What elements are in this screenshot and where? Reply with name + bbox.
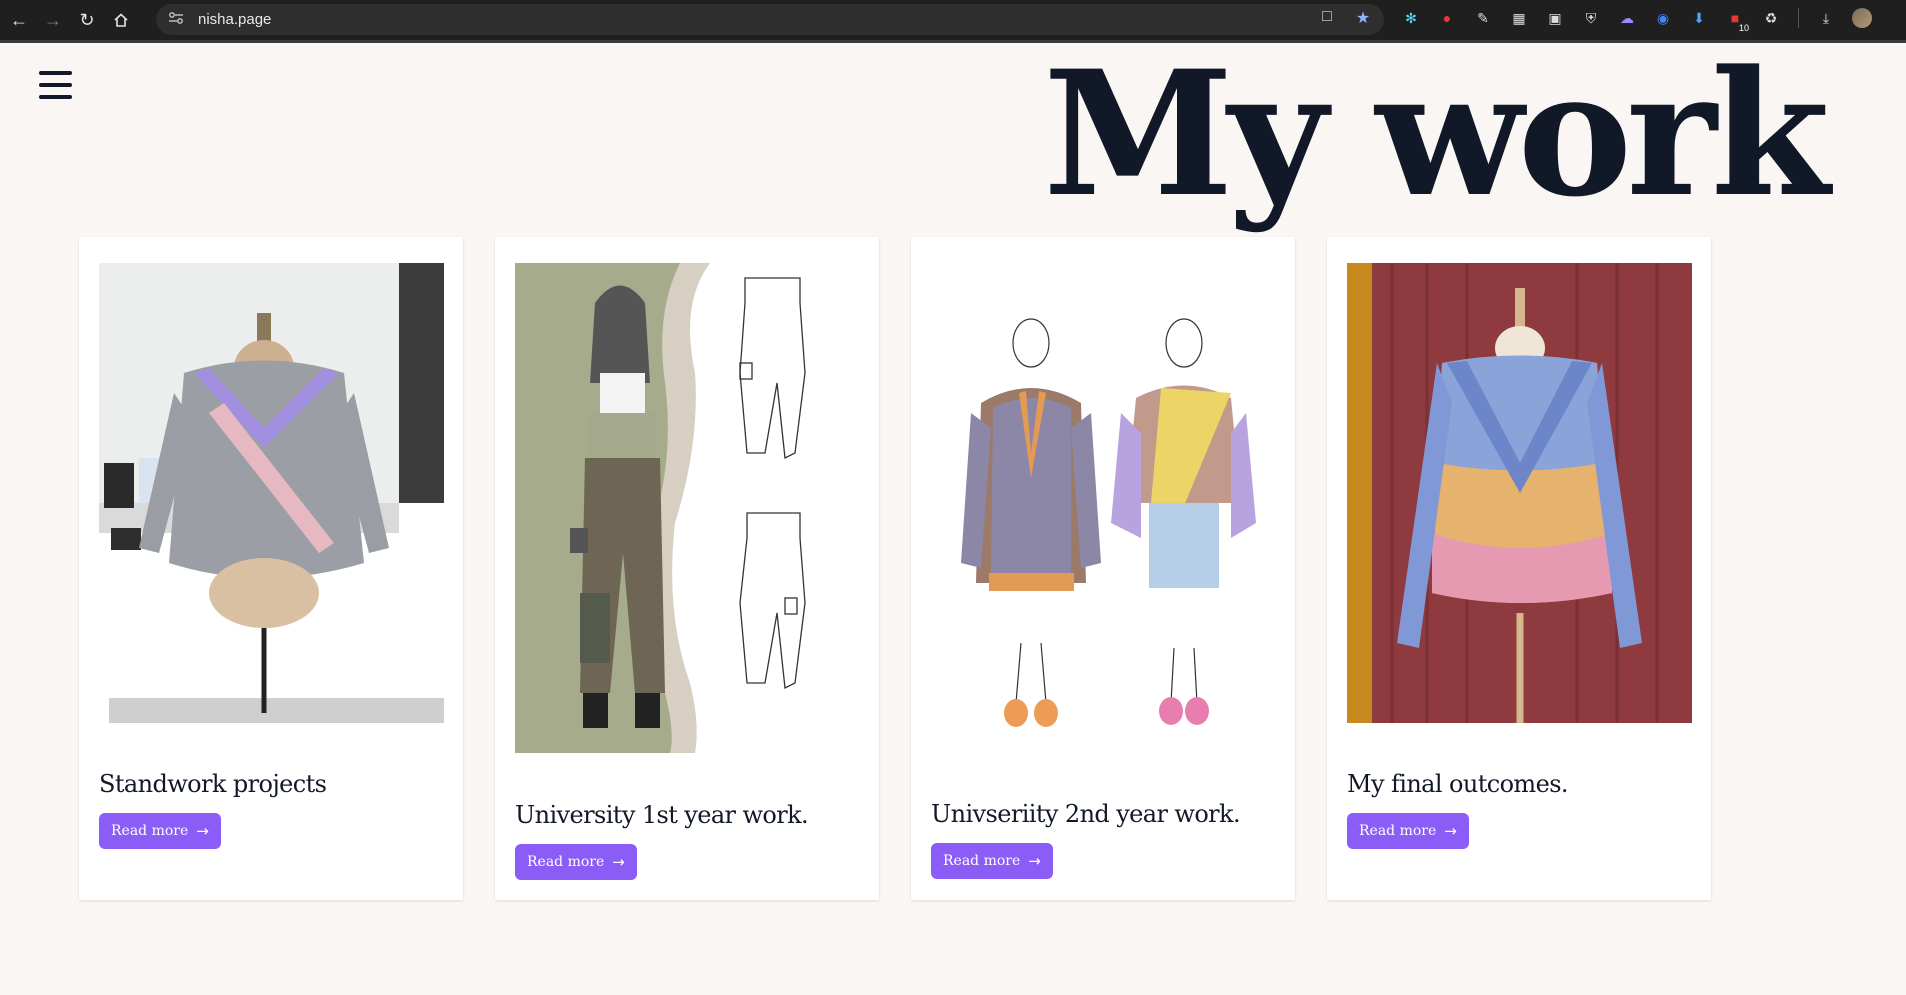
card-image <box>515 263 860 753</box>
address-bar[interactable]: nisha.page □ ★ <box>156 4 1384 35</box>
card-title: University 1st year work. <box>515 801 809 829</box>
page-title: My work <box>1043 32 1830 235</box>
read-more-label: Read more <box>943 853 1021 869</box>
arrow-right-icon: → <box>1444 822 1457 840</box>
read-more-label: Read more <box>527 854 605 870</box>
download-extension-icon[interactable]: ⬇ <box>1686 5 1712 31</box>
forward-button[interactable]: → <box>38 5 68 35</box>
url-text[interactable]: nisha.page <box>198 11 271 28</box>
eyedropper-icon[interactable]: ✎ <box>1470 5 1496 31</box>
cast-icon[interactable]: □ <box>1316 8 1338 28</box>
toolbar-divider <box>1798 8 1799 28</box>
badge-extension-icon[interactable]: ■ 10 <box>1722 5 1751 33</box>
read-more-label: Read more <box>1359 823 1437 839</box>
card-title: Univseriity 2nd year work. <box>931 800 1241 828</box>
downloads-icon[interactable]: ⤓ <box>1813 5 1839 31</box>
card-image <box>99 263 444 723</box>
arrow-right-icon: → <box>44 9 62 30</box>
profile-avatar[interactable] <box>1849 5 1875 31</box>
image-icon[interactable]: ▣ <box>1542 5 1568 31</box>
card-title: Standwork projects <box>99 770 327 798</box>
home-button[interactable] <box>106 5 136 35</box>
site-info-icon[interactable] <box>168 11 186 28</box>
read-more-button[interactable]: Read more → <box>1347 813 1469 849</box>
card-image <box>931 263 1276 753</box>
red-extension-icon[interactable]: ● <box>1434 5 1460 31</box>
card-title: My final outcomes. <box>1347 770 1569 798</box>
react-devtools-icon[interactable]: ✻ <box>1398 5 1424 31</box>
read-more-button[interactable]: Read more → <box>931 843 1053 879</box>
reload-button[interactable]: ↻ <box>72 5 102 35</box>
card-image <box>1347 263 1692 723</box>
arrow-left-icon: ← <box>10 9 28 30</box>
card-2nd-year: Univseriity 2nd year work. Read more → <box>911 237 1295 900</box>
arrow-right-icon: → <box>1028 852 1041 870</box>
menu-icon[interactable] <box>39 71 72 99</box>
bookmark-star-icon[interactable]: ★ <box>1352 8 1374 28</box>
card-final-outcomes: My final outcomes. Read more → <box>1327 237 1711 900</box>
reload-icon: ↻ <box>79 9 95 30</box>
read-more-label: Read more <box>111 823 189 839</box>
card-standwork: Standwork projects Read more → <box>79 237 463 900</box>
read-more-button[interactable]: Read more → <box>99 813 221 849</box>
circle-extension-icon[interactable]: ◉ <box>1650 5 1676 31</box>
back-button[interactable]: ← <box>4 5 34 35</box>
window-extension-icon[interactable]: ▦ <box>1506 5 1532 31</box>
arrow-right-icon: → <box>196 822 209 840</box>
home-icon <box>114 13 128 27</box>
puzzle-icon[interactable]: ♻ <box>1758 5 1784 31</box>
shield-icon[interactable]: ⛨ <box>1578 5 1604 31</box>
card-1st-year: University 1st year work. Read more → <box>495 237 879 900</box>
arrow-right-icon: → <box>612 853 625 871</box>
read-more-button[interactable]: Read more → <box>515 844 637 880</box>
ghost-extension-icon[interactable]: ☁ <box>1614 5 1640 31</box>
